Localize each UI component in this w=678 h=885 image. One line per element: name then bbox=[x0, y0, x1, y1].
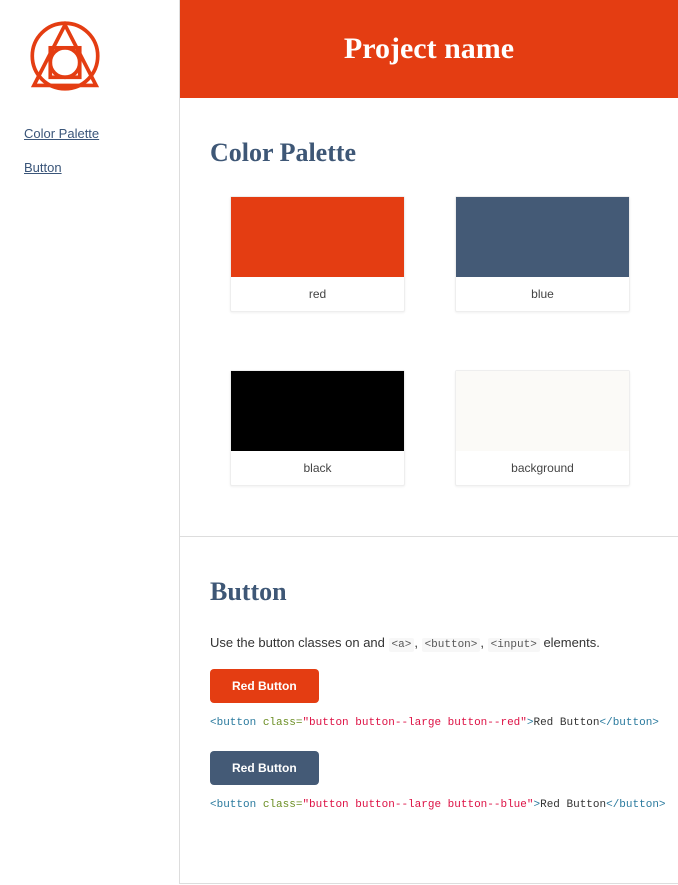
nav-link-color-palette[interactable]: Color Palette bbox=[24, 126, 99, 141]
swatch-label: red bbox=[231, 277, 404, 311]
section-heading: Color Palette bbox=[210, 138, 648, 168]
swatch-color bbox=[231, 371, 404, 451]
swatch-color bbox=[456, 197, 629, 277]
palette-grid: red blue black background bbox=[230, 196, 648, 486]
section-color-palette: Color Palette red blue black background bbox=[180, 98, 678, 537]
swatch-color bbox=[456, 371, 629, 451]
code-snippet: <button class="button button--large butt… bbox=[210, 717, 648, 729]
swatch-background: background bbox=[455, 370, 630, 486]
sidebar: Color Palette Button bbox=[0, 0, 180, 884]
code-tag: <input> bbox=[488, 638, 540, 652]
swatch-black: black bbox=[230, 370, 405, 486]
swatch-color bbox=[231, 197, 404, 277]
logo-icon bbox=[24, 20, 106, 92]
nav-link-button[interactable]: Button bbox=[24, 160, 62, 175]
section-description: Use the button classes on and <a>, <butt… bbox=[210, 635, 648, 651]
button-example-blue[interactable]: Red Button bbox=[210, 751, 319, 785]
code-snippet: <button class="button button--large butt… bbox=[210, 799, 648, 811]
header: Project name bbox=[180, 0, 678, 98]
button-example-red[interactable]: Red Button bbox=[210, 669, 319, 703]
swatch-red: red bbox=[230, 196, 405, 312]
section-button: Button Use the button classes on and <a>… bbox=[180, 537, 678, 884]
code-tag: <a> bbox=[389, 638, 415, 652]
swatch-label: background bbox=[456, 451, 629, 485]
swatch-label: black bbox=[231, 451, 404, 485]
code-tag: <button> bbox=[422, 638, 481, 652]
page-title: Project name bbox=[190, 32, 668, 66]
logo bbox=[24, 20, 155, 95]
swatch-blue: blue bbox=[455, 196, 630, 312]
main: Project name Color Palette red blue blac… bbox=[180, 0, 678, 884]
section-heading: Button bbox=[210, 577, 648, 607]
sidebar-nav: Color Palette Button bbox=[24, 125, 155, 175]
swatch-label: blue bbox=[456, 277, 629, 311]
